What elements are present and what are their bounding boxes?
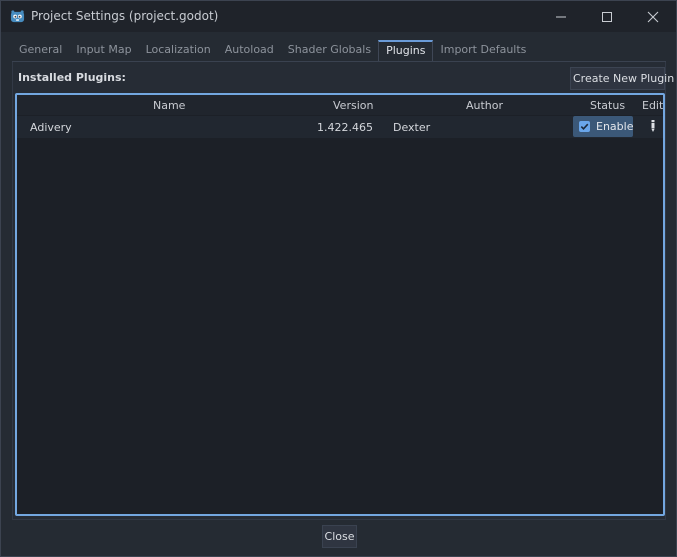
settings-tab-bar: General Input Map Localization Autoload … bbox=[12, 40, 666, 62]
window-title: Project Settings (project.godot) bbox=[31, 9, 219, 23]
window-close-button[interactable] bbox=[630, 1, 676, 32]
tab-input-map[interactable]: Input Map bbox=[69, 40, 138, 61]
enable-label: Enable bbox=[596, 120, 634, 133]
tab-plugins[interactable]: Plugins bbox=[378, 40, 434, 61]
column-header-status[interactable]: Status bbox=[590, 99, 625, 112]
minimize-button[interactable] bbox=[538, 1, 584, 32]
close-button[interactable]: Close bbox=[322, 525, 357, 548]
column-header-author[interactable]: Author bbox=[466, 99, 503, 112]
table-row[interactable]: Adivery 1.422.465 Dexter Enable bbox=[17, 116, 663, 138]
edit-icon[interactable] bbox=[648, 119, 658, 133]
checkmark-icon bbox=[580, 123, 589, 130]
godot-logo-icon bbox=[10, 10, 25, 23]
maximize-icon bbox=[602, 11, 612, 22]
plugin-enable-toggle[interactable]: Enable bbox=[573, 116, 633, 137]
column-header-version[interactable]: Version bbox=[333, 99, 373, 112]
plugins-panel: Installed Plugins: Create New Plugin Nam… bbox=[12, 62, 674, 520]
plugins-list[interactable]: Name Version Author Status Edit Adivery … bbox=[15, 93, 665, 516]
column-header-name[interactable]: Name bbox=[153, 99, 185, 112]
tab-import-defaults[interactable]: Import Defaults bbox=[433, 40, 533, 61]
plugins-list-header: Name Version Author Status Edit bbox=[17, 95, 663, 115]
plugin-version: 1.422.465 bbox=[317, 121, 373, 134]
column-header-edit[interactable]: Edit bbox=[642, 99, 663, 112]
plugin-author: Dexter bbox=[393, 121, 431, 134]
tab-autoload[interactable]: Autoload bbox=[218, 40, 281, 61]
tab-shader-globals[interactable]: Shader Globals bbox=[281, 40, 378, 61]
create-new-plugin-button[interactable]: Create New Plugin bbox=[570, 67, 674, 90]
enable-checkbox[interactable] bbox=[579, 121, 590, 132]
minimize-icon bbox=[556, 16, 566, 17]
close-icon bbox=[647, 11, 659, 22]
maximize-button[interactable] bbox=[584, 1, 630, 32]
project-settings-window: Project Settings (project.godot) General… bbox=[0, 0, 677, 557]
tab-localization[interactable]: Localization bbox=[139, 40, 218, 61]
plugin-name: Adivery bbox=[30, 121, 72, 134]
title-bar[interactable]: Project Settings (project.godot) bbox=[1, 1, 676, 32]
installed-plugins-label: Installed Plugins: bbox=[18, 71, 126, 84]
tab-general[interactable]: General bbox=[12, 40, 69, 61]
